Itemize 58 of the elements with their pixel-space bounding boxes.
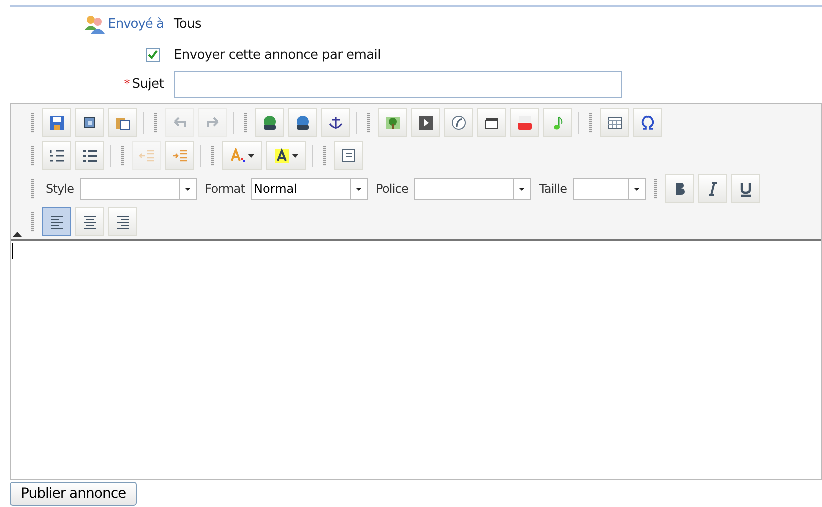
align-right-icon <box>114 214 130 230</box>
ordered-list-button[interactable] <box>42 141 71 170</box>
omega-button[interactable] <box>633 108 662 137</box>
play-icon <box>418 114 434 130</box>
select-label: Style <box>46 182 74 196</box>
email-checkbox[interactable] <box>146 48 160 62</box>
highlight-button[interactable] <box>266 141 306 170</box>
publish-button[interactable]: Publier annonce <box>10 482 138 506</box>
field-label: Sujet <box>132 76 164 92</box>
text-color-icon <box>230 148 246 164</box>
align-left-icon <box>48 214 64 230</box>
italic-button[interactable] <box>698 174 728 203</box>
paste-word-button[interactable] <box>108 108 137 137</box>
align-center-button[interactable] <box>75 207 104 236</box>
collapse-icon[interactable] <box>13 232 22 237</box>
bold-button[interactable] <box>665 174 694 203</box>
dropdown[interactable]: Normal <box>251 178 368 200</box>
numbered-list-icon <box>48 148 64 164</box>
checkbox-label: Envoyer cette annonce par email <box>174 48 382 62</box>
preview-button[interactable] <box>75 108 104 137</box>
required-mark: * <box>124 77 130 91</box>
template-icon <box>340 148 356 164</box>
align-right-button[interactable] <box>108 207 137 236</box>
image-button[interactable] <box>378 108 407 137</box>
select-label: Format <box>205 182 246 196</box>
table-button[interactable] <box>600 108 629 137</box>
save-button[interactable] <box>42 108 71 137</box>
field-label: Envoyé à <box>108 16 164 32</box>
template-button[interactable] <box>334 141 363 170</box>
recipients-value: Tous <box>174 16 202 32</box>
preview-icon <box>82 114 98 130</box>
link-button[interactable] <box>255 108 284 137</box>
picture-icon <box>384 114 400 130</box>
clapper-button[interactable] <box>477 108 506 137</box>
align-left-button[interactable] <box>42 207 71 236</box>
unlink-button[interactable] <box>288 108 317 137</box>
bullet-list-button[interactable] <box>75 141 104 170</box>
underline-button[interactable] <box>731 174 760 203</box>
youtube-button[interactable] <box>510 108 539 137</box>
caret-icon <box>248 154 254 158</box>
text-color-button[interactable] <box>222 141 262 170</box>
bullet-list-icon <box>82 148 98 164</box>
align-center-icon <box>82 214 98 230</box>
omega-icon <box>640 114 656 130</box>
subject-field[interactable] <box>174 70 622 98</box>
highlight-icon <box>274 148 290 164</box>
select-label: Police <box>376 182 408 196</box>
select-label: Taille <box>539 182 568 196</box>
outdent-icon <box>138 148 154 164</box>
table-icon <box>606 114 622 130</box>
indent-icon <box>172 148 188 164</box>
users-icon <box>84 14 106 34</box>
flash-button[interactable] <box>444 108 473 137</box>
anchor-icon <box>328 114 344 130</box>
caret-icon <box>292 154 298 158</box>
video-button[interactable] <box>411 108 440 137</box>
anchor-button[interactable] <box>321 108 350 137</box>
flash-icon <box>450 114 466 130</box>
